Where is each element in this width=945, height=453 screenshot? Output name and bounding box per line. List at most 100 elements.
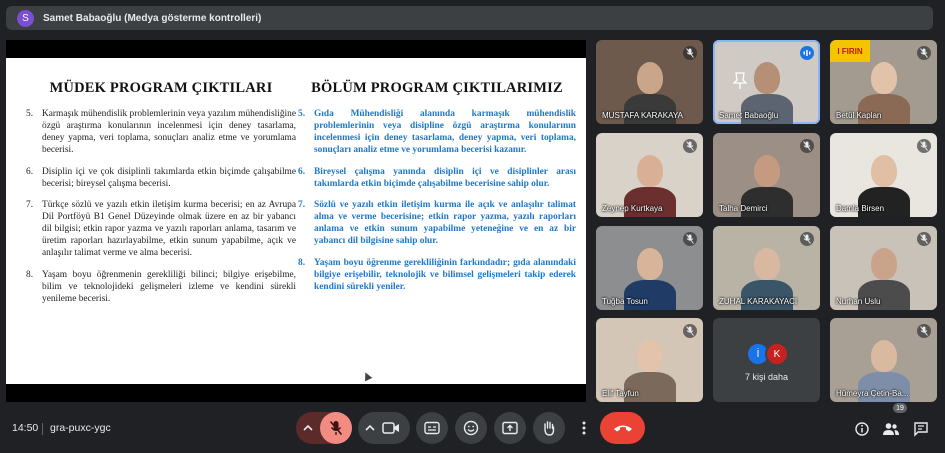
- slide-item-text: Gıda Mühendisliği alanında karmaşık mühe…: [314, 109, 576, 155]
- camera-icon: [382, 422, 399, 434]
- people-icon: [883, 423, 899, 435]
- mic-off-icon: [917, 46, 931, 60]
- hang-up-icon: [613, 425, 632, 432]
- participant-name: Betül Kaplan: [836, 111, 882, 120]
- raise-hand-button[interactable]: [533, 412, 565, 444]
- more-participants-tile[interactable]: İ K 7 kişi daha: [713, 318, 820, 402]
- participant-tile[interactable]: MUSTAFA KARAKAYA: [596, 40, 703, 124]
- leave-call-button[interactable]: [600, 412, 645, 444]
- participant-tile[interactable]: Hümeyra Çetin-Ba...: [830, 318, 937, 402]
- participant-face: [871, 155, 897, 187]
- participant-name: MUSTAFA KARAKAYA: [602, 111, 683, 120]
- slide-item: 8. Yaşam boyu öğrenme gerekliliğinin fark…: [298, 258, 576, 294]
- mic-off-icon: [917, 324, 931, 338]
- camera-options-chevron-up-icon[interactable]: [364, 420, 376, 441]
- slide-item-text: Türkçe sözlü ve yazılı etkin iletişim ku…: [42, 200, 296, 259]
- slide-item-number: 7.: [26, 200, 34, 211]
- right-column-title: BÖLÜM PROGRAM ÇIKTILARIMIZ: [311, 80, 563, 96]
- participant-tile[interactable]: Damla Birsen: [830, 133, 937, 217]
- chat-button[interactable]: [911, 419, 931, 439]
- slide-item: 5. Gıda Mühendisliği alanında karmaşık mü…: [298, 109, 576, 157]
- mic-options-chevron-up-icon[interactable]: [302, 420, 314, 441]
- participant-name: Nurhan Uslu: [836, 297, 881, 306]
- participant-tile[interactable]: ZUHAL KARAKAYACI: [713, 226, 820, 310]
- slide-item-text: Yaşam boyu öğrenme gerekliliğinin farkın…: [314, 258, 576, 292]
- participant-name: Tuğba Tosun: [602, 297, 648, 306]
- participant-face: [871, 248, 897, 280]
- participant-face: [637, 62, 663, 94]
- pin-icon[interactable]: [732, 72, 751, 90]
- clock: 14:50: [12, 422, 39, 434]
- participant-grid: İ K 7 kişi daha MUSTAFA KARAKAYA Samet Ba…: [596, 40, 937, 402]
- left-column: MÜDEK PROGRAM ÇIKTILARI 5. Karmaşık mühen…: [26, 80, 296, 316]
- divider: [42, 423, 43, 435]
- slide-item-number: 6.: [298, 166, 306, 177]
- presenter-title: Samet Babaoğlu (Medya gösterme kontrolle…: [43, 12, 262, 24]
- participant-tile[interactable]: I FIRIN Betül Kaplan: [830, 40, 937, 124]
- mic-off-icon: [683, 139, 697, 153]
- slide-item-number: 6.: [26, 166, 34, 177]
- present-screen-button[interactable]: [494, 412, 526, 444]
- slide-item: 7. Sözlü ve yazılı etkin iletişim kurma i…: [298, 200, 576, 248]
- chat-icon: [914, 422, 928, 437]
- more-vert-icon: [582, 421, 586, 435]
- participant-tile[interactable]: Samet Babaoğlu: [713, 40, 820, 124]
- mic-off-icon: [800, 139, 814, 153]
- camera-button[interactable]: [382, 420, 400, 441]
- participant-tile[interactable]: Nurhan Uslu: [830, 226, 937, 310]
- slide-item-text: Disiplin içi ve çok disiplinli takımlard…: [42, 166, 296, 189]
- speaking-indicator-icon: [800, 46, 814, 60]
- slide-item: 8. Yaşam boyu öğrenmenin gerekliliği bili…: [26, 270, 296, 306]
- emoji-icon: [463, 420, 479, 436]
- presenter-avatar: S: [17, 9, 34, 27]
- mic-off-icon: [683, 232, 697, 246]
- participant-face: [637, 155, 663, 187]
- slide-item-text: Yaşam boyu öğrenmenin gerekliliği bilinc…: [42, 269, 296, 304]
- slide-item: 6. Bireysel çalışma yanında disiplin içi …: [298, 167, 576, 191]
- presentation-stage: MÜDEK PROGRAM ÇIKTILARI 5. Karmaşık mühen…: [6, 40, 586, 402]
- participant-name: Hümeyra Çetin-Ba...: [836, 389, 909, 398]
- info-icon: [855, 422, 869, 436]
- mic-off-icon: [800, 232, 814, 246]
- participant-name: Samet Babaoğlu: [719, 111, 779, 120]
- participant-face: [754, 62, 780, 94]
- camera-control-group: [358, 412, 410, 444]
- people-count-badge: 19: [893, 403, 907, 413]
- slide-item-text: Bireysel çalışma yanında disiplin içi ve…: [314, 166, 576, 189]
- captions-icon: [424, 421, 440, 435]
- meeting-code: gra-puxc-ygc: [50, 422, 111, 434]
- participant-tile[interactable]: Tuğba Tosun: [596, 226, 703, 310]
- mouse-cursor-icon: [361, 370, 373, 382]
- participant-face: [754, 155, 780, 187]
- mic-off-icon: [683, 46, 697, 60]
- slide-item: 6. Disiplin içi ve çok disiplinli takımla…: [26, 167, 296, 191]
- participant-face: [871, 340, 897, 372]
- slide-item-number: 7.: [298, 200, 306, 211]
- right-column: BÖLÜM PROGRAM ÇIKTILARIMIZ 5. Gıda Mühend…: [298, 80, 576, 304]
- slide-item: 5. Karmaşık mühendislik problemlerinin ve…: [26, 109, 296, 157]
- participant-name: Elif Tayfun: [602, 389, 639, 398]
- participant-name: Zeynep Kurtkaya: [602, 204, 663, 213]
- reactions-button[interactable]: [455, 412, 487, 444]
- participant-tile[interactable]: Talha Demirci: [713, 133, 820, 217]
- meeting-info-button[interactable]: [852, 419, 872, 439]
- mic-off-icon: [917, 232, 931, 246]
- slide-item-text: Karmaşık mühendislik problemlerinin veya…: [42, 109, 296, 155]
- more-options-button[interactable]: [572, 412, 596, 444]
- background-sign: I FIRIN: [830, 40, 870, 62]
- people-button[interactable]: [881, 419, 901, 439]
- participant-name: Talha Demirci: [719, 204, 768, 213]
- presenter-bar[interactable]: S Samet Babaoğlu (Medya gösterme kontrol…: [6, 6, 933, 30]
- present-screen-icon: [502, 421, 518, 435]
- slide-item-number: 8.: [26, 269, 34, 280]
- slide-item-number: 8.: [298, 258, 306, 269]
- slide-item: 7. Türkçe sözlü ve yazılı etkin iletişim …: [26, 200, 296, 260]
- captions-button[interactable]: [416, 412, 448, 444]
- mic-off-button[interactable]: [320, 412, 352, 444]
- participant-tile[interactable]: Elif Tayfun: [596, 318, 703, 402]
- participant-face: [754, 248, 780, 280]
- more-avatar-2: K: [765, 342, 789, 366]
- bottom-toolbar: 14:50 gra-puxc-ygc: [0, 406, 945, 453]
- more-participants-label: 7 kişi daha: [744, 372, 789, 382]
- participant-tile[interactable]: Zeynep Kurtkaya: [596, 133, 703, 217]
